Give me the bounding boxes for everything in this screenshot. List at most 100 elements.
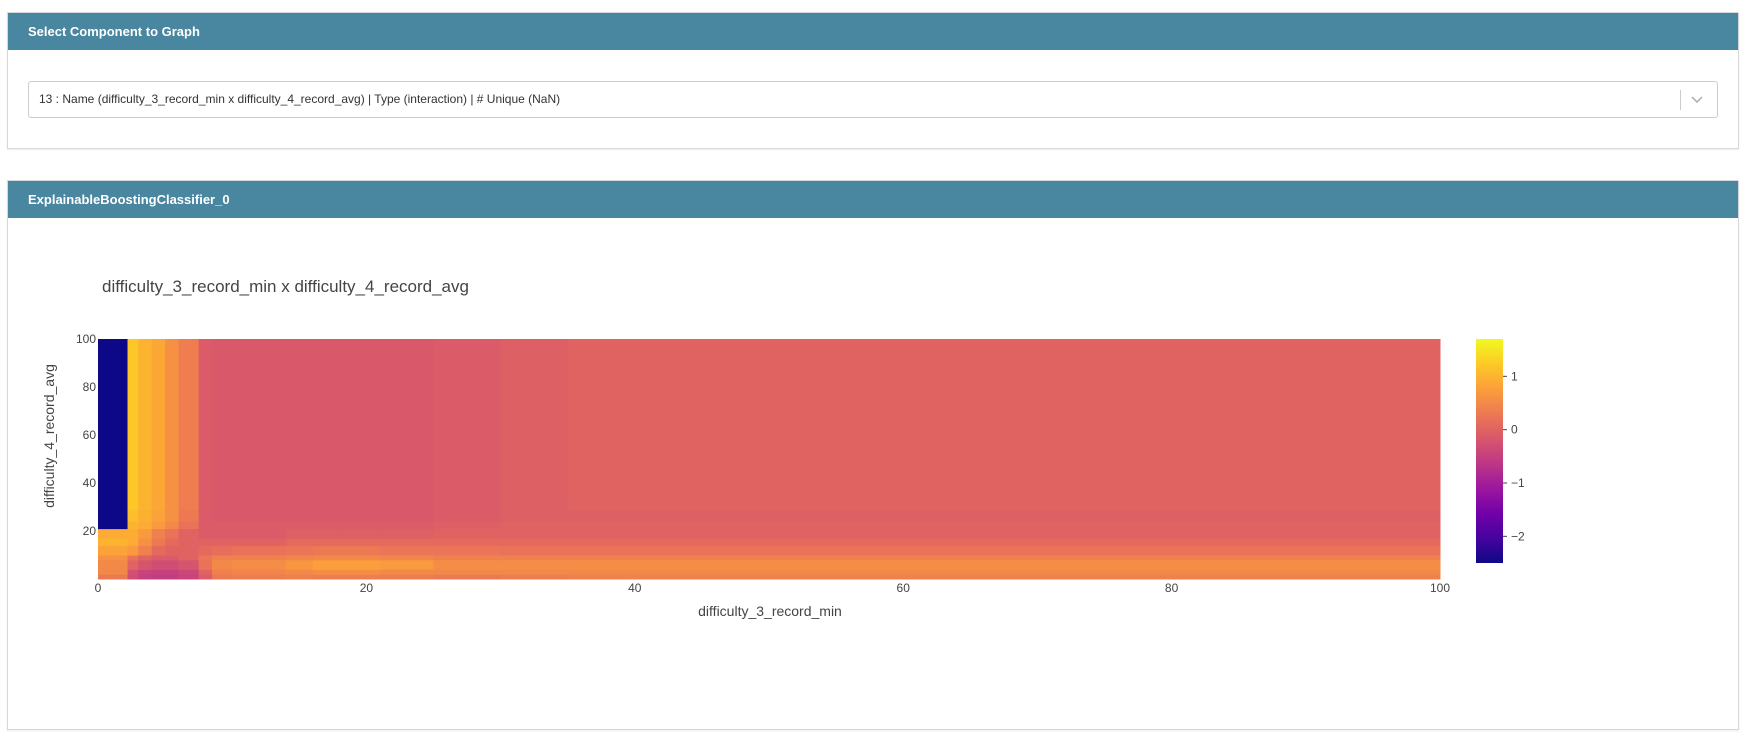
- select-component-header: Select Component to Graph: [8, 13, 1738, 50]
- heatmap-cell: [165, 555, 180, 561]
- component-dropdown-value: 13 : Name (difficulty_3_record_min x dif…: [39, 92, 561, 106]
- heatmap-cell: [567, 538, 1441, 546]
- heatmap-cell: [379, 569, 434, 575]
- colorbar-tick-label: 1: [1511, 369, 1518, 383]
- heatmap-cell: [567, 559, 1441, 570]
- heatmap-cell: [312, 521, 341, 530]
- heatmap-cell: [285, 538, 314, 546]
- heatmap-cell: [178, 339, 200, 510]
- x-tick-label: 60: [897, 581, 911, 595]
- heatmap-cell: [151, 339, 166, 510]
- heatmap-cell: [138, 574, 153, 580]
- heatmap-cells: [98, 339, 1441, 580]
- heatmap-cell: [151, 528, 166, 539]
- heatmap-cell: [567, 545, 1441, 556]
- heatmap-cell: [433, 509, 502, 522]
- heatmap-cell: [212, 521, 233, 530]
- heatmap-cell: [198, 555, 213, 561]
- heatmap-cell: [500, 509, 569, 522]
- heatmap-cell: [500, 538, 569, 546]
- heatmap-cell: [339, 538, 381, 546]
- heatmap-cell: [500, 528, 569, 539]
- heatmap-cell: [198, 559, 213, 570]
- heatmap-cell: [98, 339, 129, 510]
- heatmap-cell: [165, 538, 180, 546]
- heatmap-cell: [433, 538, 502, 546]
- heatmap-cell: [198, 521, 213, 530]
- heatmap-cell: [500, 545, 569, 556]
- heatmap-cell: [138, 509, 153, 522]
- heatmap-cell: [198, 538, 213, 546]
- heatmap-cell: [500, 339, 569, 510]
- heatmap-cell: [165, 521, 180, 530]
- heatmap-cell: [165, 528, 180, 539]
- x-tick-label: 100: [1430, 581, 1450, 595]
- heatmap-cell: [198, 545, 213, 556]
- heatmap-cell: [151, 509, 166, 522]
- heatmap-cell: [500, 555, 569, 561]
- heatmap-chart[interactable]: difficulty_3_record_min x difficulty_4_r…: [8, 218, 1738, 729]
- heatmap-cell: [98, 528, 129, 539]
- heatmap-cell: [567, 574, 1441, 580]
- heatmap-cell: [433, 555, 502, 561]
- heatmap-cell: [127, 555, 139, 561]
- heatmap-cell: [165, 559, 180, 570]
- heatmap-cell: [379, 555, 434, 561]
- heatmap-cell: [138, 545, 153, 556]
- y-tick-label: 20: [83, 524, 97, 538]
- heatmap-cell: [312, 509, 341, 522]
- heatmap-cell: [339, 574, 381, 580]
- heatmap-cell: [312, 569, 341, 575]
- heatmap-cell: [178, 545, 200, 556]
- heatmap-cell: [232, 569, 287, 575]
- y-tick-label: 60: [83, 428, 97, 442]
- heatmap-cell: [212, 528, 233, 539]
- heatmap-cell: [212, 574, 233, 580]
- heatmap-cell: [232, 559, 287, 570]
- x-tick-label: 40: [628, 581, 642, 595]
- heatmap-cell: [500, 574, 569, 580]
- heatmap-cell: [379, 559, 434, 570]
- heatmap-cell: [379, 545, 434, 556]
- heatmap-cell: [567, 569, 1441, 575]
- heatmap-cell: [312, 559, 341, 570]
- colorbar-ticks: 1 0 −1 −2: [1503, 369, 1525, 543]
- heatmap-cell: [138, 555, 153, 561]
- heatmap-cell: [127, 574, 139, 580]
- heatmap-cell: [285, 339, 314, 510]
- heatmap-cell: [165, 574, 180, 580]
- heatmap-cell: [138, 528, 153, 539]
- graph-panel-header: ExplainableBoostingClassifier_0: [8, 181, 1738, 218]
- heatmap-cell: [433, 528, 502, 539]
- heatmap-cell: [138, 569, 153, 575]
- heatmap-cell: [127, 559, 139, 570]
- heatmap-cell: [285, 574, 314, 580]
- heatmap-cell: [312, 545, 341, 556]
- heatmap-cell: [138, 339, 153, 510]
- heatmap-cell: [98, 569, 129, 575]
- heatmap-cell: [339, 545, 381, 556]
- heatmap-cell: [98, 521, 129, 530]
- colorbar: [1476, 339, 1503, 563]
- x-tick-label: 20: [360, 581, 374, 595]
- colorbar-tick-label: −1: [1511, 476, 1525, 490]
- heatmap-cell: [232, 339, 287, 510]
- x-axis-ticks: 0 20 40 60 80 100: [95, 581, 1451, 595]
- heatmap-cell: [232, 509, 287, 522]
- heatmap-cell: [127, 545, 139, 556]
- component-dropdown[interactable]: 13 : Name (difficulty_3_record_min x dif…: [28, 81, 1718, 118]
- heatmap-cell: [339, 528, 381, 539]
- heatmap-cell: [127, 339, 139, 510]
- heatmap-cell: [500, 521, 569, 530]
- heatmap-cell: [198, 528, 213, 539]
- heatmap-cell: [151, 521, 166, 530]
- heatmap-cell: [198, 569, 213, 575]
- heatmap-cell: [339, 559, 381, 570]
- heatmap-cell: [379, 339, 434, 510]
- heatmap-cell: [285, 555, 314, 561]
- heatmap-cell: [212, 559, 233, 570]
- heatmap-cell: [98, 559, 129, 570]
- chevron-down-icon[interactable]: [1685, 82, 1709, 117]
- x-axis-label: difficulty_3_record_min: [698, 603, 842, 619]
- heatmap-cell: [232, 528, 287, 539]
